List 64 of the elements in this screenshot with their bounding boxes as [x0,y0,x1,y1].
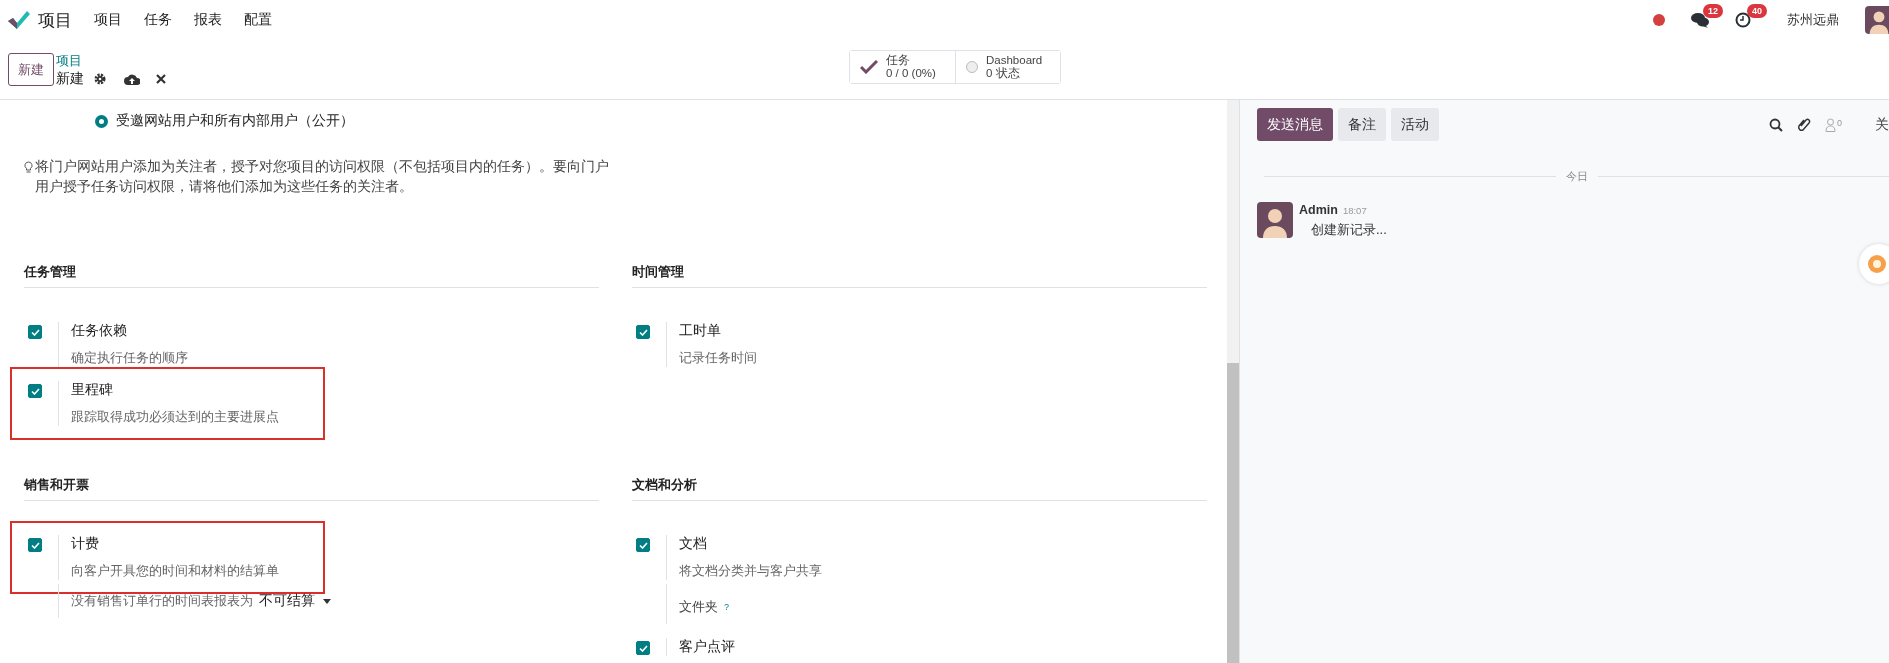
company-name[interactable]: 苏州远鼎 [1787,11,1839,29]
chatter-button[interactable]: 活动 [1391,108,1439,141]
setting-label: 任务依赖 [71,322,128,340]
hint-text: 将门户网站用户添加为关注者，授予对您项目的访问权限（不包括项目内的任务）。要向门户用户授予任务访问权限，请将他们添加为这些任务的关注者。 [35,158,609,196]
section-title: 文档和分析 [632,476,1207,501]
setting-description: 向客户开具您的时间和材料的结算单 [71,562,279,580]
checkbox[interactable] [28,538,42,552]
author-avatar [1257,202,1293,238]
section-title: 时间管理 [632,263,1207,288]
record-name: 新建 [56,69,84,88]
checkbox[interactable] [28,384,42,398]
scrollbar[interactable] [1227,100,1239,663]
lightbulb-icon [24,161,33,174]
notification-badge: 12 [1703,4,1723,18]
search-icon[interactable] [1769,117,1783,132]
app-logo-icon [8,11,30,29]
paperclip-icon[interactable] [1797,116,1811,133]
chatter-button[interactable]: 发送消息 [1257,108,1333,141]
settings-icon[interactable] [94,72,106,85]
close-icon[interactable] [156,73,166,84]
breadcrumb-link[interactable]: 项目 [56,51,166,70]
app-title[interactable]: 项目 [38,8,72,32]
setting-label: 客户点评 [679,638,735,656]
menu-item[interactable]: 任务 [144,11,172,29]
field-label: 文件夹 [679,598,718,616]
check-icon [860,60,878,74]
new-button[interactable]: 新建 [8,53,54,86]
notification-badge: 40 [1747,4,1767,18]
radio-circle-icon [966,61,978,73]
setting-label: 计费 [71,535,100,553]
help-tooltip[interactable]: ? [724,602,729,612]
follower-count: 0 [1837,117,1842,130]
chatter-button[interactable]: 备注 [1338,108,1386,141]
smart-button[interactable]: Dashboard 0 状态 [955,51,1060,83]
chat-icon[interactable] [1691,12,1709,28]
checkbox[interactable] [636,641,650,655]
checkbox[interactable] [636,325,650,339]
message-time: 18:07 [1342,205,1367,216]
caret-icon [323,598,331,604]
setting-label: 里程碑 [71,381,114,399]
cloud-upload-icon[interactable] [124,72,140,85]
setting-label: 没有销售订单行的时间表报表为 [71,592,253,610]
checkbox[interactable] [636,538,650,552]
follow-button[interactable]: 关 [1875,115,1889,134]
privacy-option[interactable]: 受邀网站用户和所有内部用户（公开） [95,112,1227,130]
setting-description: 跟踪取得成功必须达到的主要进展点 [71,408,279,426]
checkbox[interactable] [28,325,42,339]
status-dot-icon[interactable] [1653,14,1665,26]
user-avatar[interactable] [1865,6,1889,34]
date-separator: 今日 [1565,169,1588,184]
message-body: 创建新记录... [1311,221,1387,239]
setting-label: 工时单 [679,322,722,340]
menu-item[interactable]: 报表 [194,11,222,29]
setting-description: 将文档分类并与客户共享 [679,562,822,580]
section-title: 任务管理 [24,263,599,288]
setting-label: 文档 [679,535,708,553]
menu-item[interactable]: 项目 [94,11,122,29]
message-author: Admin [1299,203,1338,217]
clock-icon[interactable] [1735,12,1751,28]
section-title: 销售和开票 [24,476,599,501]
menu-item[interactable]: 配置 [244,11,272,29]
billing-select[interactable]: 不可结算 [259,592,331,610]
setting-description: 确定执行任务的顺序 [71,349,188,367]
setting-description: 记录任务时间 [679,349,757,367]
